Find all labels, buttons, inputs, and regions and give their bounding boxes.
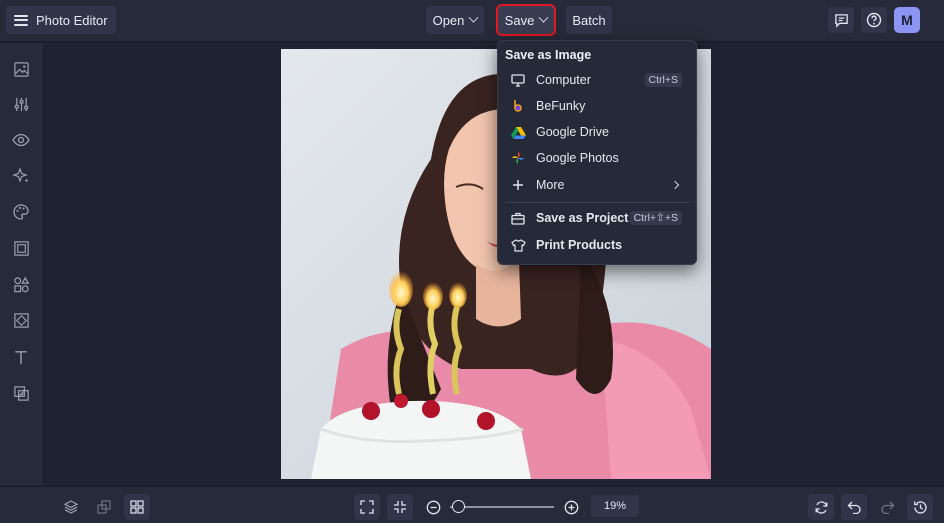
text-icon[interactable] [12, 348, 30, 366]
left-sidebar [0, 43, 44, 486]
sparkle-icon[interactable] [12, 167, 30, 185]
menu-item-label: Google Photos [536, 151, 619, 165]
help-button[interactable] [861, 7, 887, 33]
open-button[interactable]: Open [426, 6, 484, 34]
zoom-in-icon [564, 500, 578, 514]
menu-item-more[interactable]: More [504, 173, 690, 197]
shortcut-badge: Ctrl+⇧+S [629, 211, 682, 225]
comment-icon [834, 13, 848, 28]
eye-icon[interactable] [12, 131, 30, 149]
befunky-icon [510, 98, 526, 114]
app-title: Photo Editor [36, 12, 108, 28]
grid-view-button[interactable] [124, 494, 150, 520]
zoom-out-button[interactable] [420, 494, 446, 520]
edit-sliders-icon[interactable] [12, 95, 30, 113]
actual-size-button[interactable] [387, 494, 413, 520]
menu-item-label: Print Products [536, 238, 623, 252]
history-button[interactable] [907, 494, 933, 520]
shapes-icon[interactable] [12, 275, 30, 293]
image-manager-icon[interactable] [12, 60, 30, 78]
tshirt-icon [510, 237, 526, 253]
bottom-bar: 19% [0, 486, 944, 523]
comments-button[interactable] [828, 7, 854, 33]
zoom-out-icon [426, 500, 440, 514]
zoom-level[interactable]: 19% [591, 495, 639, 517]
chevron-down-icon [468, 12, 479, 23]
batch-button-label: Batch [572, 12, 606, 28]
open-button-label: Open [432, 12, 465, 28]
menu-item-label: Computer [536, 73, 591, 87]
layers-icon [63, 500, 79, 514]
palette-icon[interactable] [12, 203, 30, 221]
save-button[interactable]: Save [496, 4, 556, 36]
texture-icon[interactable] [12, 311, 30, 329]
transform-icon [97, 500, 111, 514]
chevron-right-icon [670, 180, 680, 190]
briefcase-icon [510, 210, 526, 226]
save-button-label: Save [504, 12, 535, 28]
refresh-icon [815, 500, 827, 514]
save-as-image-header: Save as Image [505, 48, 592, 62]
menu-item-google-photos[interactable]: Google Photos [504, 146, 690, 170]
chevron-down-icon [538, 12, 549, 23]
plus-icon [510, 177, 526, 193]
zoom-slider-handle[interactable] [452, 500, 465, 513]
frame-icon[interactable] [12, 239, 30, 257]
redo-icon [880, 501, 894, 514]
menu-item-label: BeFunky [536, 99, 586, 113]
transform-button[interactable] [91, 494, 117, 520]
zoom-slider-track[interactable] [450, 506, 554, 508]
grid-icon [130, 500, 144, 514]
expand-icon [360, 500, 374, 514]
save-dropdown-menu: Save as Image Computer Ctrl+S BeFunky Go… [497, 40, 697, 265]
user-avatar[interactable]: M [894, 7, 920, 33]
batch-button[interactable]: Batch [566, 6, 612, 34]
sync-button[interactable] [808, 494, 834, 520]
google-photos-icon [510, 150, 526, 166]
menu-item-save-as-project[interactable]: Save as Project Ctrl+⇧+S [504, 206, 690, 230]
menu-item-google-drive[interactable]: Google Drive [504, 120, 690, 144]
overlay-icon[interactable] [12, 384, 30, 402]
collapse-icon [394, 501, 406, 513]
main-menu-button[interactable]: Photo Editor [6, 6, 116, 34]
google-drive-icon [510, 124, 526, 140]
shortcut-badge: Ctrl+S [644, 73, 682, 87]
help-icon [866, 12, 882, 28]
menu-item-computer[interactable]: Computer Ctrl+S [504, 68, 690, 92]
menu-item-label: Google Drive [536, 125, 609, 139]
menu-item-befunky[interactable]: BeFunky [504, 94, 690, 118]
hamburger-icon [14, 14, 28, 26]
zoom-in-button[interactable] [558, 494, 584, 520]
menu-divider [506, 202, 690, 203]
monitor-icon [510, 72, 526, 88]
fit-screen-button[interactable] [354, 494, 380, 520]
top-bar: Photo Editor Open Save Batch M [0, 0, 944, 42]
layers-button[interactable] [58, 494, 84, 520]
undo-button[interactable] [841, 494, 867, 520]
menu-item-label: More [536, 178, 565, 192]
history-icon [913, 500, 927, 514]
menu-item-label: Save as Project [536, 211, 629, 225]
redo-button[interactable] [874, 494, 900, 520]
undo-icon [847, 501, 861, 514]
menu-item-print-products[interactable]: Print Products [504, 233, 690, 257]
